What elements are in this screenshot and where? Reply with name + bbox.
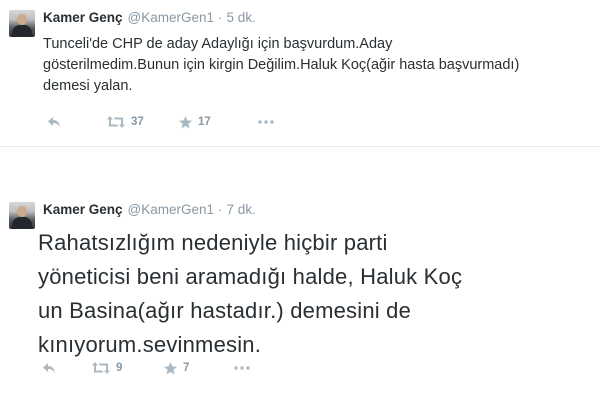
tweet-header: Kamer Genç @KamerGen1 · 5 dk. xyxy=(43,10,256,25)
user-handle[interactable]: @KamerGen1 xyxy=(128,202,215,217)
more-button[interactable] xyxy=(234,358,250,378)
tweet[interactable]: Kamer Genç @KamerGen1 · 5 dk. Tunceli'de CH… xyxy=(0,0,600,146)
tweet-text-line: Tunceli'de CHP de aday Adaylığı için baş… xyxy=(43,36,393,52)
tweet-text-line: un Basina(ağır hastadır.) demesini de xyxy=(38,298,412,323)
retweet-button[interactable]: 9 xyxy=(92,358,122,378)
reply-button[interactable] xyxy=(47,112,61,132)
tweet[interactable]: Kamer Genç @KamerGen1 · 7 dk. Rahatsızlığım… xyxy=(0,186,600,397)
separator-dot: · xyxy=(218,10,223,25)
reply-button[interactable] xyxy=(42,358,56,378)
tweet-text-line: demesi yalan. xyxy=(43,78,133,94)
retweet-button[interactable]: 37 xyxy=(107,112,144,132)
tweet-divider xyxy=(0,146,600,147)
display-name[interactable]: Kamer Genç xyxy=(43,10,123,25)
separator-dot: · xyxy=(218,202,223,217)
timestamp[interactable]: 5 dk. xyxy=(227,10,256,25)
reply-icon xyxy=(48,117,60,127)
tweet-text: Tunceli'de CHP de aday Adaylığı için baş… xyxy=(43,34,595,97)
tweet-text-line: yöneticisi beni aramadığı halde, Haluk K… xyxy=(38,264,463,289)
reply-icon xyxy=(43,363,55,373)
timestamp[interactable]: 7 dk. xyxy=(227,202,256,217)
avatar-face xyxy=(17,14,27,25)
retweet-count: 9 xyxy=(116,362,123,374)
display-name[interactable]: Kamer Genç xyxy=(43,202,123,217)
tweet-text: Rahatsızlığım nedeniyle hiçbir parti yön… xyxy=(38,226,598,362)
avatar[interactable] xyxy=(9,202,35,229)
favorite-count: 17 xyxy=(198,116,211,128)
tweet-actions: 9 7 xyxy=(38,358,338,378)
tweet-actions: 37 17 xyxy=(43,112,343,132)
avatar[interactable] xyxy=(9,10,35,37)
avatar-body xyxy=(12,25,32,37)
favorite-button[interactable]: 17 xyxy=(179,112,211,132)
avatar-body xyxy=(12,217,32,229)
user-handle[interactable]: @KamerGen1 xyxy=(128,10,215,25)
tweet-text-line: kınıyorum.sevinmesin. xyxy=(38,332,262,357)
retweet-count: 37 xyxy=(131,116,144,128)
retweet-icon xyxy=(107,116,125,128)
star-icon xyxy=(164,361,177,374)
tweet-text-line: gösterilmedim.Bunun için kirgin Değilim.… xyxy=(43,57,520,73)
avatar-face xyxy=(17,206,27,217)
favorite-count: 7 xyxy=(183,362,190,374)
retweet-icon xyxy=(92,362,110,374)
favorite-button[interactable]: 7 xyxy=(164,358,189,378)
tweet-header: Kamer Genç @KamerGen1 · 7 dk. xyxy=(43,202,256,217)
more-icon xyxy=(234,366,250,370)
more-icon xyxy=(258,120,274,124)
more-button[interactable] xyxy=(258,112,274,132)
star-icon xyxy=(179,115,192,128)
tweet-text-line: Rahatsızlığım nedeniyle hiçbir parti xyxy=(38,230,388,255)
